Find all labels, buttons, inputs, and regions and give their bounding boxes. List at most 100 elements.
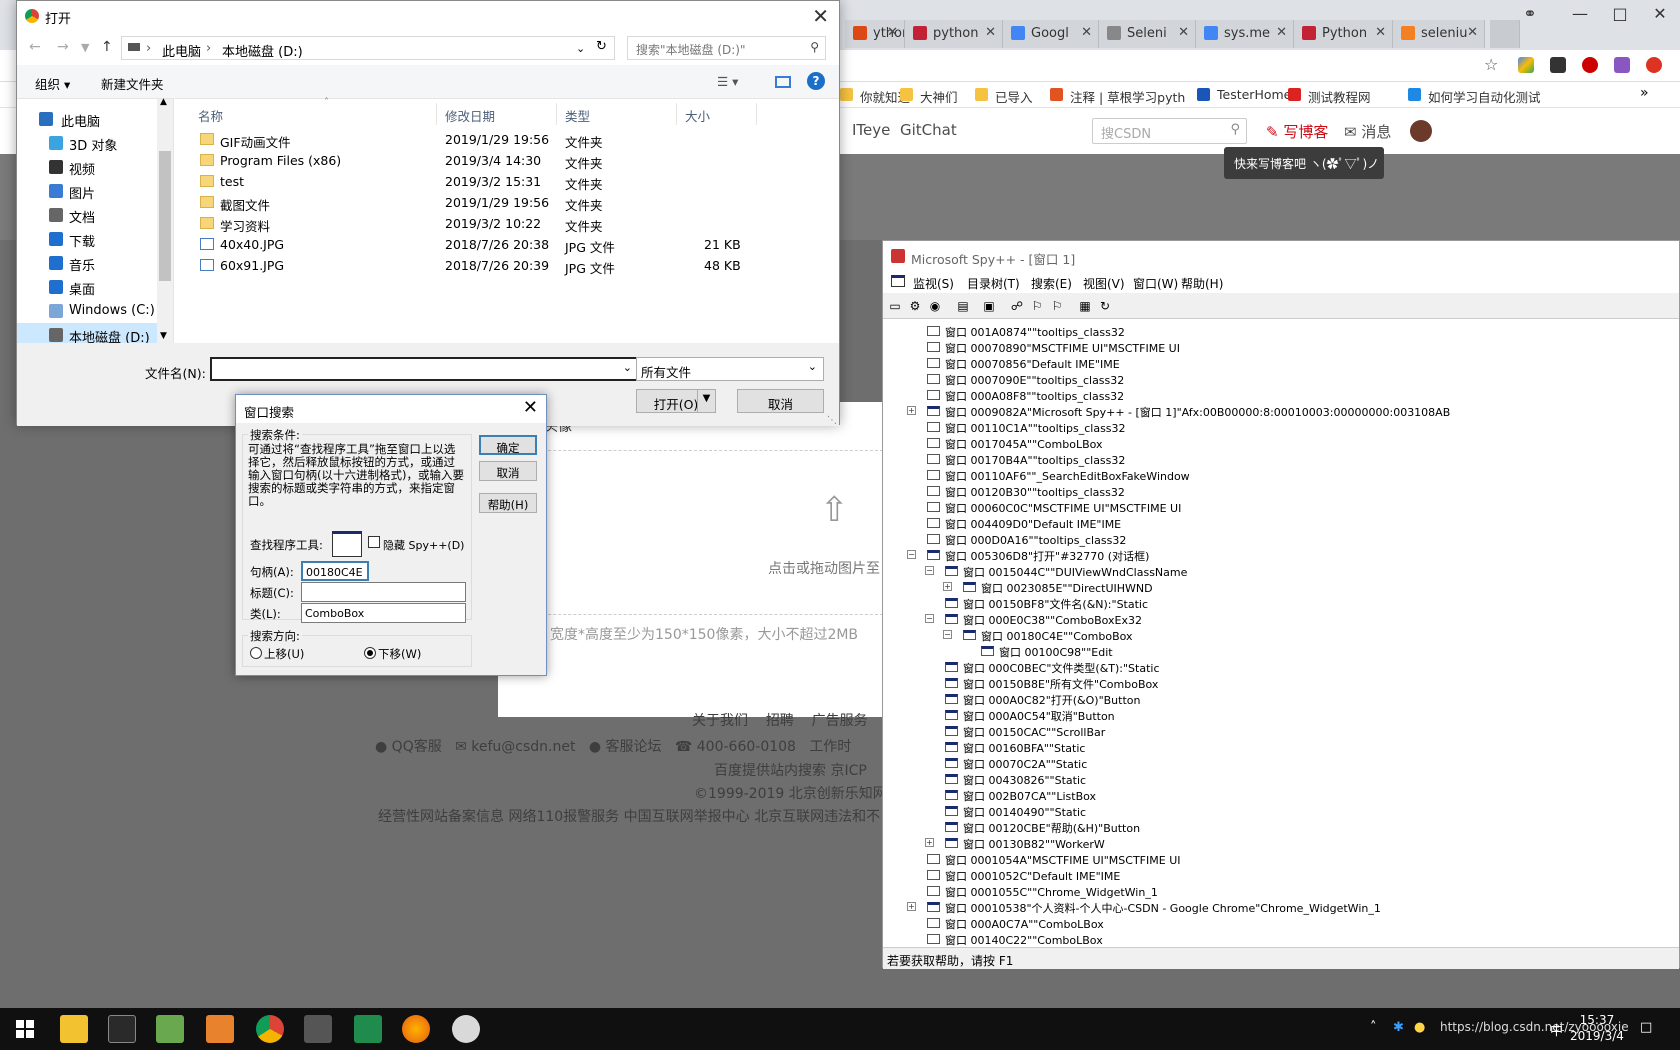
bookmark-item[interactable]: 测试教程网 [1288, 87, 1371, 106]
recent-dropdown-icon[interactable]: ▼ [81, 41, 89, 54]
browser-tab[interactable]: Python ✕ [1294, 20, 1393, 48]
file-row[interactable]: 学习资料 2019/3/2 10:22 文件夹 [174, 213, 814, 234]
navpane-scrollbar[interactable]: ▲ ▼ [157, 97, 173, 343]
nav-link-gitchat[interactable]: GitChat [900, 121, 957, 139]
file-row[interactable]: test 2019/3/2 15:31 文件夹 [174, 171, 814, 192]
help-icon[interactable]: ? [807, 72, 825, 90]
organize-button[interactable]: 组织 ▾ [35, 74, 70, 93]
menu-item[interactable]: 搜索(E) [1031, 275, 1072, 292]
scroll-down-icon[interactable]: ▼ [160, 331, 167, 341]
expand-icon[interactable]: + [943, 582, 952, 591]
preview-pane-icon[interactable] [775, 76, 791, 88]
breadcrumb-drive-d[interactable]: 本地磁盘 (D:) [222, 41, 303, 60]
notification-icon[interactable]: □ [1640, 1020, 1652, 1035]
browser-tab[interactable]: seleniu ✕ [1393, 20, 1485, 48]
messages-link[interactable]: ✉ 消息 [1344, 121, 1391, 142]
class-input[interactable]: ComboBox [301, 603, 466, 623]
search-icon[interactable]: ⚲ [1230, 122, 1240, 137]
nav-item[interactable]: 桌面 [17, 275, 157, 299]
new-folder-button[interactable]: 新建文件夹 [101, 74, 164, 93]
cancel-button[interactable]: 取消 [737, 389, 824, 413]
nav-item[interactable]: 此电脑 [17, 107, 157, 131]
browser-tab[interactable]: Googl ✕ [1003, 20, 1099, 48]
footer-link-jobs[interactable]: 招聘 [766, 713, 794, 729]
close-icon[interactable]: ✕ [812, 4, 829, 28]
menu-item[interactable]: 窗口(W) [1133, 275, 1178, 292]
nav-item[interactable]: 文档 [17, 203, 157, 227]
find-prev-icon[interactable]: ⚐ [1049, 298, 1065, 314]
threads-icon[interactable]: ◉ [927, 298, 943, 314]
refresh-icon[interactable]: ↻ [596, 39, 607, 54]
paint-icon[interactable] [452, 1015, 480, 1043]
ok-button[interactable]: 确定 [479, 435, 537, 455]
caption-input[interactable] [301, 582, 466, 602]
maximize-button[interactable]: □ [1600, 4, 1640, 26]
up-icon[interactable]: ↑ [101, 39, 113, 55]
bookmark-item[interactable]: 注释 | 草根学习pyth [1050, 87, 1185, 106]
close-tab-icon[interactable]: ✕ [1375, 25, 1386, 40]
browser-tab[interactable]: Seleni ✕ [1099, 20, 1196, 48]
close-button[interactable]: ✕ [1640, 4, 1680, 26]
tray-app-icon[interactable]: ● [1414, 1020, 1425, 1035]
notepad-icon[interactable] [156, 1015, 184, 1043]
open-button[interactable]: 打开(O) ▼ [636, 389, 716, 413]
nav-link-iteye[interactable]: ITeye [852, 121, 890, 139]
menu-item[interactable]: 帮助(H) [1181, 275, 1223, 292]
expand-icon[interactable]: + [907, 902, 916, 911]
expand-icon[interactable]: + [907, 406, 916, 415]
breadcrumb[interactable]: › 此电脑 › 本地磁盘 (D:) ⌄ ↻ [121, 36, 615, 60]
breadcrumb-this-pc[interactable]: 此电脑 [162, 41, 201, 60]
refresh-icon[interactable]: ↻ [1097, 298, 1113, 314]
direction-up-radio[interactable] [250, 647, 262, 659]
extension-icon[interactable] [1518, 57, 1534, 73]
close-tab-icon[interactable]: ✕ [887, 25, 898, 40]
expand-icon[interactable]: + [925, 838, 934, 847]
extension-icon[interactable] [1614, 57, 1630, 73]
close-tab-icon[interactable]: ✕ [1081, 25, 1092, 40]
processes-icon[interactable]: ⚙ [907, 298, 923, 314]
menu-item[interactable]: 监视(S) [913, 275, 954, 292]
log-messages-icon[interactable]: ▤ [955, 298, 971, 314]
bookmark-item[interactable]: 大神们 [900, 87, 958, 106]
windows-view-icon[interactable]: ▭ [887, 298, 903, 314]
bookmark-item[interactable]: 已导入 [975, 87, 1033, 106]
collapse-icon[interactable]: − [925, 566, 934, 575]
bookmark-item[interactable]: TesterHome [1197, 87, 1291, 102]
file-row[interactable]: 40x40.JPG 2018/7/26 20:38 JPG 文件 21 KB [174, 234, 814, 255]
file-row[interactable]: 60x91.JPG 2018/7/26 20:39 JPG 文件 48 KB [174, 255, 814, 276]
properties-icon[interactable]: ▦ [1077, 298, 1093, 314]
menu-item[interactable]: 目录树(T) [967, 275, 1020, 292]
open-dropdown-icon[interactable]: ▼ [697, 389, 715, 413]
nav-item[interactable]: 视频 [17, 155, 157, 179]
column-name[interactable]: 名称 [190, 103, 437, 125]
column-date[interactable]: 修改日期 [437, 103, 557, 125]
ime-indicator[interactable]: 中 [1550, 1020, 1563, 1039]
start-icon[interactable] [16, 1020, 34, 1038]
footer-forum[interactable]: 客服论坛 [606, 739, 662, 755]
extension-icon[interactable] [1550, 57, 1566, 73]
tray-app-icon[interactable]: ✱ [1393, 1020, 1404, 1035]
star-icon[interactable]: ☆ [1484, 55, 1498, 74]
browser-tab[interactable]: ython✕ [845, 20, 905, 48]
more-bookmarks-icon[interactable]: » [1640, 85, 1649, 101]
adblock-icon[interactable] [1582, 57, 1598, 73]
nav-item[interactable]: 图片 [17, 179, 157, 203]
app-icon[interactable] [206, 1015, 234, 1043]
footer-link-ads[interactable]: 广告服务 [812, 713, 868, 729]
close-tab-icon[interactable]: ✕ [1178, 25, 1189, 40]
nav-item[interactable]: 3D 对象 [17, 131, 157, 155]
find-window-icon[interactable]: ▣ [981, 298, 997, 314]
profile-icon[interactable]: ⚭ [1510, 4, 1550, 26]
avatar[interactable] [1410, 120, 1432, 142]
footer-link-about[interactable]: 关于我们 [692, 713, 748, 729]
csdn-search-input[interactable]: 搜CSDN ⚲ [1092, 118, 1247, 144]
terminal-icon[interactable] [108, 1015, 136, 1043]
forward-icon[interactable]: → [57, 39, 69, 55]
bookmark-item[interactable]: 如何学习自动化测试 [1408, 87, 1541, 106]
resize-grip-icon[interactable]: ⋱ [827, 415, 837, 426]
extension-icon[interactable] [1646, 57, 1662, 73]
browser-tab[interactable]: sys.me ✕ [1196, 20, 1294, 48]
close-icon[interactable]: ✕ [523, 397, 538, 418]
filename-input[interactable]: ⌄ [210, 357, 638, 381]
spy-taskbar-icon[interactable] [304, 1015, 332, 1043]
